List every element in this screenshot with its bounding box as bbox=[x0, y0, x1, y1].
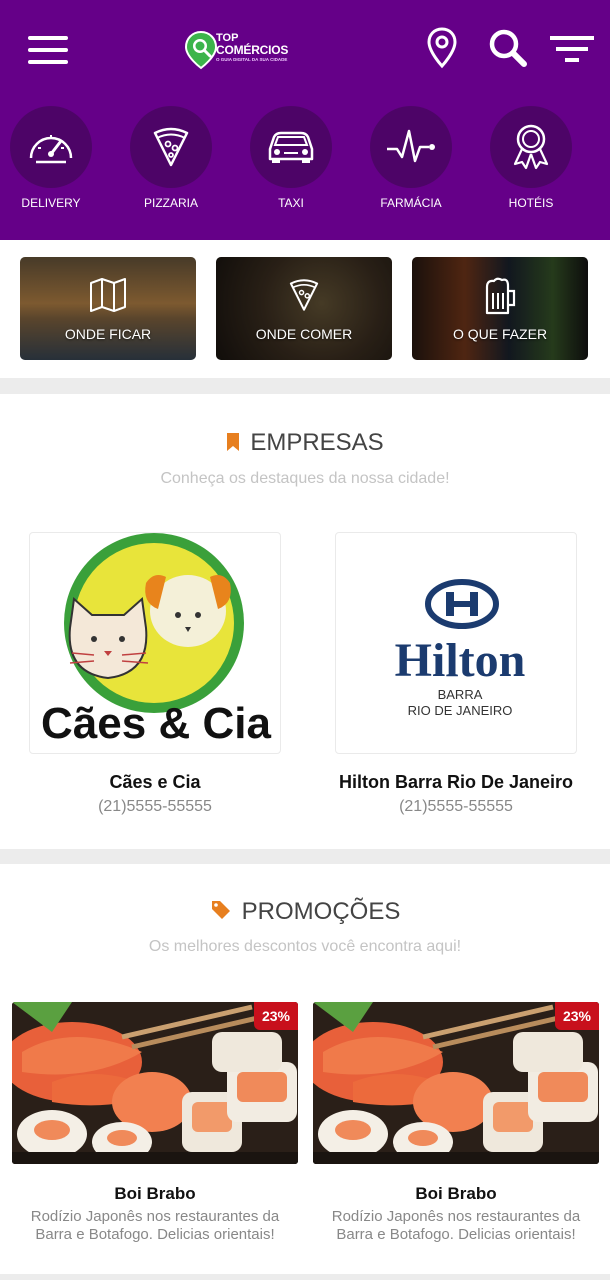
location-pin-icon[interactable] bbox=[422, 26, 462, 70]
filter-icon[interactable] bbox=[550, 26, 596, 70]
section-title: PROMOÇÕES bbox=[0, 898, 610, 926]
companies-section: EMPRESAS Conheça os destaques da nossa c… bbox=[0, 394, 610, 849]
companies-subtitle: Conheça os destaques da nossa cidade! bbox=[160, 470, 450, 487]
logo-text-caes: Cães & Cia bbox=[41, 699, 271, 748]
logo-sub-barra: BARRA bbox=[438, 687, 483, 702]
company-logo-hilton[interactable]: Hilton BARRA RIO DE JANEIRO bbox=[335, 532, 577, 754]
promo-image[interactable]: 23% bbox=[12, 1002, 298, 1164]
promo-image[interactable]: 23% bbox=[313, 1002, 599, 1164]
promo-desc-line: Rodízio Japonês nos restaurantes da bbox=[30, 1208, 280, 1225]
category-label: FARMÁCIA bbox=[380, 196, 442, 210]
award-ribbon-icon bbox=[490, 106, 572, 188]
tile-o-que-fazer[interactable]: O QUE FAZER bbox=[412, 257, 588, 360]
promo-name[interactable]: Boi Brabo bbox=[5, 1184, 305, 1204]
promo-name[interactable]: Boi Brabo bbox=[306, 1184, 606, 1204]
company-name[interactable]: Hilton Barra Rio De Janeiro bbox=[306, 772, 606, 793]
promo-description: Rodízio Japonês nos restaurantes da Barr… bbox=[306, 1208, 606, 1244]
company-phone: (21)5555-55555 bbox=[399, 798, 513, 815]
pizza-slice-icon bbox=[289, 279, 319, 311]
tile-onde-ficar[interactable]: ONDE FICAR bbox=[20, 257, 196, 360]
section-title: EMPRESAS bbox=[0, 429, 610, 457]
heartbeat-icon bbox=[370, 106, 452, 188]
discount-badge: 23% bbox=[253, 1002, 298, 1030]
category-hoteis[interactable]: HOTÉIS bbox=[490, 106, 572, 210]
search-icon[interactable] bbox=[488, 26, 528, 70]
tile-label: ONDE FICAR bbox=[64, 326, 152, 342]
promo-description: Rodízio Japonês nos restaurantes da Barr… bbox=[5, 1208, 305, 1244]
logo-name-text: COMÉRCIOS bbox=[216, 43, 289, 57]
companies-title: EMPRESAS bbox=[250, 429, 384, 456]
promotions-section: PROMOÇÕES Os melhores descontos você enc… bbox=[0, 864, 610, 1274]
category-label: DELIVERY bbox=[21, 196, 81, 210]
logo-pin-icon bbox=[184, 30, 218, 70]
tile-label: ONDE COMER bbox=[255, 326, 353, 342]
promotions-subtitle: Os melhores descontos você encontra aqui… bbox=[148, 938, 462, 955]
bookmark-icon bbox=[227, 433, 240, 451]
category-farmacia[interactable]: FARMÁCIA bbox=[370, 106, 452, 210]
promo-desc-line: Barra e Botafogo. Delicias orientais! bbox=[336, 1226, 576, 1243]
logo-sub-rio: RIO DE JANEIRO bbox=[408, 703, 513, 718]
tile-label: O QUE FAZER bbox=[452, 326, 548, 342]
app-header: TOP COMÉRCIOS O GUIA DIGITAL DA SUA CIDA… bbox=[0, 0, 610, 240]
company-name[interactable]: Cães e Cia bbox=[29, 772, 281, 793]
map-icon bbox=[90, 278, 126, 312]
speedometer-icon bbox=[10, 106, 92, 188]
logo-tagline: O GUIA DIGITAL DA SUA CIDADE bbox=[216, 57, 288, 62]
car-icon bbox=[250, 106, 332, 188]
pizza-slice-icon bbox=[130, 106, 212, 188]
app-logo[interactable]: TOP COMÉRCIOS O GUIA DIGITAL DA SUA CIDA… bbox=[184, 30, 304, 70]
menu-icon[interactable] bbox=[28, 36, 68, 64]
tag-icon bbox=[211, 901, 230, 919]
category-label: TAXI bbox=[278, 196, 304, 210]
category-delivery[interactable]: DELIVERY bbox=[10, 106, 92, 210]
company-logo-caes-e-cia[interactable]: Cães & Cia bbox=[29, 532, 281, 754]
category-label: HOTÉIS bbox=[508, 196, 554, 210]
category-taxi[interactable]: TAXI bbox=[250, 106, 332, 210]
tile-onde-comer[interactable]: ONDE COMER bbox=[216, 257, 392, 360]
promo-desc-line: Barra e Botafogo. Delicias orientais! bbox=[35, 1226, 275, 1243]
promo-desc-line: Rodízio Japonês nos restaurantes da bbox=[331, 1208, 581, 1225]
category-pizzaria[interactable]: PIZZARIA bbox=[130, 106, 212, 210]
promotions-title: PROMOÇÕES bbox=[241, 898, 401, 925]
company-phone: (21)5555-55555 bbox=[98, 798, 212, 815]
discount-badge: 23% bbox=[554, 1002, 599, 1030]
logo-text-hilton: Hilton bbox=[395, 634, 526, 687]
beer-mug-icon bbox=[485, 277, 516, 315]
category-label: PIZZARIA bbox=[143, 196, 198, 210]
quick-tiles: ONDE FICAR ONDE COMER O QUE FAZER bbox=[0, 240, 610, 378]
